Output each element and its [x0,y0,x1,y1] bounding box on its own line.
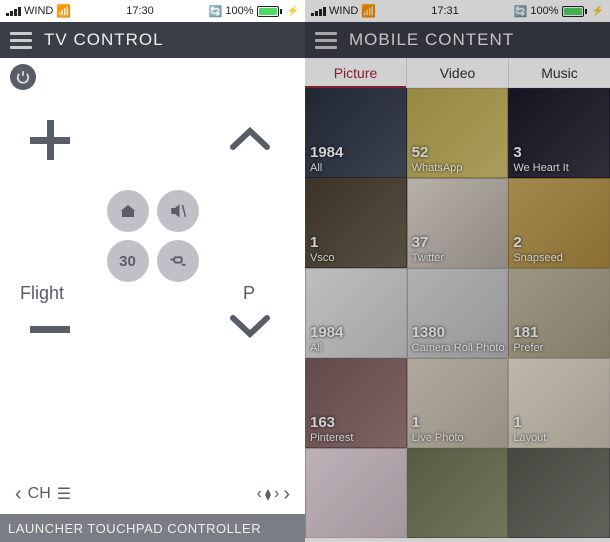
album-name: Snapseed [513,252,563,264]
album-cell[interactable]: 1984All [305,88,407,178]
status-bar: WIND 📶 17:31 🔄 100% ⚡ [305,0,610,22]
channel-up-button[interactable] [225,123,275,158]
album-count: 3 [513,145,568,162]
album-name: Camera Roll Photo [412,342,505,354]
album-count: 1 [310,235,334,252]
album-count: 1984 [310,325,343,342]
album-cell[interactable]: 1380Camera Roll Photo [407,268,509,358]
album-count: 1984 [310,145,343,162]
album-cell[interactable] [407,448,509,538]
album-count: 2 [513,235,563,252]
album-cell[interactable]: 2Snapseed [508,178,610,268]
volume-down-button[interactable] [30,326,70,333]
battery-icon [562,6,587,17]
album-count: 1 [412,415,464,432]
album-cell[interactable]: 1Vsco [305,178,407,268]
album-cell[interactable]: 1984All [305,268,407,358]
tab-video[interactable]: Video [407,58,509,87]
remote-body: Flight P 30 [0,58,305,542]
album-cell[interactable]: 3We Heart It [508,88,610,178]
album-cell[interactable] [508,448,610,538]
channel-down-button[interactable] [225,312,275,347]
album-name: We Heart It [513,162,568,174]
header: MOBILE CONTENT [305,22,610,58]
mute-button[interactable] [157,190,199,232]
page-title: TV CONTROL [44,30,164,50]
album-name: Twitter [412,252,444,264]
ch-menu-icon[interactable]: ☰ [57,484,71,504]
battery-percent: 100% [225,5,253,17]
dpad-icon[interactable]: ‹ ▴▾ › [257,485,280,503]
battery-percent: 100% [530,5,558,17]
next-icon[interactable]: › [283,483,290,506]
album-name: All [310,342,322,354]
menu-button[interactable] [10,32,32,49]
album-name: Layout [513,432,546,444]
page-title: MOBILE CONTENT [349,30,514,50]
album-cell[interactable] [305,448,407,538]
carrier-label: WIND [329,5,358,17]
volume-up-button[interactable] [30,120,70,160]
flight-label: Flight [20,283,64,304]
clock: 17:30 [126,5,154,17]
album-name: Prefer [513,342,543,354]
album-count: 1 [513,415,546,432]
tv-control-screen: WIND 📶 17:30 🔄 100% ⚡ TV CONTROL Flight … [0,0,305,542]
album-cell[interactable]: 1Layout [508,358,610,448]
album-name: Pinterest [310,432,353,444]
album-count: 37 [412,235,444,252]
album-count: 1380 [412,325,505,342]
power-button[interactable] [10,64,36,90]
mobile-content-screen: WIND 📶 17:31 🔄 100% ⚡ MOBILE CONTENT Pic… [305,0,610,542]
album-grid: 1984All52WhatsApp3We Heart It1Vsco37Twit… [305,88,610,542]
signal-icon [6,7,21,16]
header: TV CONTROL [0,22,305,58]
album-cell[interactable]: 52WhatsApp [407,88,509,178]
tab-music[interactable]: Music [509,58,610,87]
home-button[interactable] [107,190,149,232]
album-name: WhatsApp [412,162,463,174]
skip-30-button[interactable]: 30 [107,240,149,282]
album-name: Vsco [310,252,334,264]
ch-label: CH [28,485,51,503]
tabs: Picture Video Music [305,58,610,88]
album-cell[interactable]: 37Twitter [407,178,509,268]
wifi-icon: 📶 [56,4,71,18]
menu-button[interactable] [315,32,337,49]
album-cell[interactable]: 1Live Photo [407,358,509,448]
album-name: Live Photo [412,432,464,444]
signal-icon [311,7,326,16]
footer-label: LAUNCHER TOUCHPAD CONTROLLER [0,514,305,542]
p-label: P [243,283,255,304]
clock: 17:31 [431,5,459,17]
wifi-icon: 📶 [361,4,376,18]
album-count: 52 [412,145,463,162]
prev-icon[interactable]: ‹ [15,483,22,506]
bottom-nav: ‹ CH ☰ ‹ ▴▾ › › [0,474,305,514]
rotation-lock-icon: 🔄 [514,5,528,18]
status-bar: WIND 📶 17:30 🔄 100% ⚡ [0,0,305,22]
input-button[interactable] [157,240,199,282]
carrier-label: WIND [24,5,53,17]
rotation-lock-icon: 🔄 [209,5,223,18]
tab-picture[interactable]: Picture [305,58,407,87]
album-count: 181 [513,325,543,342]
battery-icon [257,6,282,17]
charging-icon: ⚡ [287,6,299,17]
album-cell[interactable]: 181Prefer [508,268,610,358]
charging-icon: ⚡ [592,6,604,17]
album-count: 163 [310,415,353,432]
album-cell[interactable]: 163Pinterest [305,358,407,448]
album-name: All [310,162,322,174]
